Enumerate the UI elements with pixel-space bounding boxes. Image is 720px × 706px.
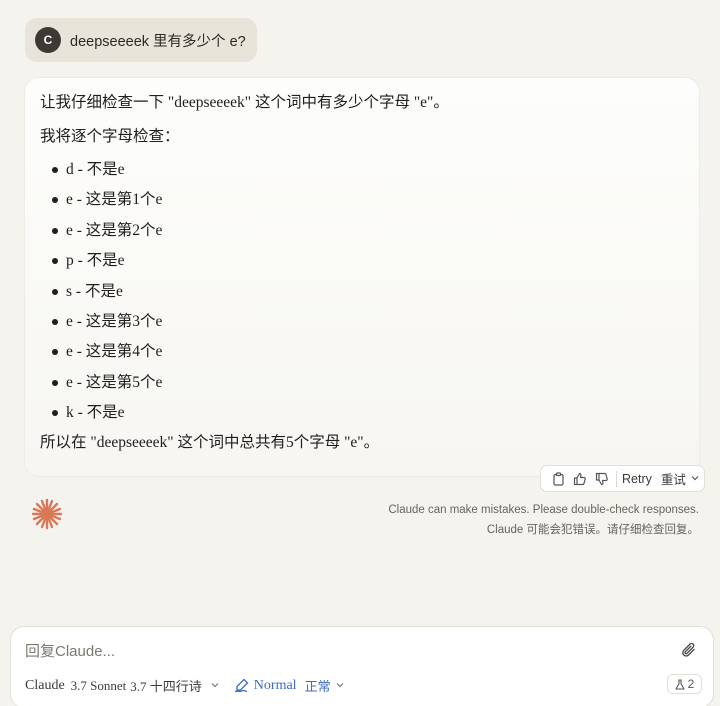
list-item: e - 这是第1个e bbox=[40, 189, 684, 219]
assistant-intro: 让我仔细检查一下 "deepseeeek" 这个词中有多少个字母 "e"。 bbox=[40, 94, 449, 111]
avatar: C bbox=[35, 27, 61, 53]
disclaimer-line: Claude 可能会犯错误。请仔细检查回复。 bbox=[486, 524, 699, 536]
message-action-bar: Retry 重试 bbox=[540, 465, 705, 492]
list-item: e - 这是第5个e bbox=[40, 372, 684, 402]
model-name: Claude bbox=[25, 677, 65, 693]
pen-icon bbox=[234, 678, 249, 693]
list-item: k - 不是e bbox=[40, 402, 684, 432]
list-item: e - 这是第2个e bbox=[40, 220, 684, 250]
assistant-lead: 我将逐个字母检查： bbox=[40, 128, 180, 145]
experiments-badge[interactable]: 2 bbox=[667, 674, 702, 694]
disclaimer-line: Claude can make mistakes. Please double-… bbox=[388, 504, 699, 516]
list-item: e - 这是第4个e bbox=[40, 341, 684, 371]
model-selector[interactable]: Claude 3.7 Sonnet 3.7 十四行诗 Normal 正常 bbox=[25, 676, 345, 695]
divider bbox=[616, 470, 617, 487]
retry-button[interactable]: Retry bbox=[622, 472, 652, 486]
list-item: e - 这是第3个e bbox=[40, 311, 684, 341]
assistant-message: 让我仔细检查一下 "deepseeeek" 这个词中有多少个字母 "e"。 我将… bbox=[25, 78, 699, 476]
retry-label-translation: 重试 bbox=[660, 473, 686, 487]
user-message-bubble: C deepseeeek 里有多少个 e? bbox=[25, 18, 257, 62]
composer: 回复Claude... Claude 3.7 Sonnet 3.7 十四行诗 N… bbox=[10, 626, 714, 706]
list-item: d - 不是e bbox=[40, 159, 684, 189]
style-label: Normal bbox=[253, 677, 297, 693]
badge-count: 2 bbox=[687, 677, 695, 691]
thumbs-up-icon[interactable] bbox=[569, 468, 591, 490]
paperclip-icon[interactable] bbox=[681, 641, 697, 664]
reply-input[interactable]: 回复Claude... bbox=[25, 640, 115, 661]
flask-icon bbox=[675, 678, 685, 690]
claude-spark-icon bbox=[31, 498, 63, 535]
style-label-translation: 正常 bbox=[304, 679, 331, 694]
thumbs-down-icon[interactable] bbox=[591, 468, 613, 490]
model-version: 3.7 Sonnet bbox=[70, 677, 127, 693]
disclaimer: Claude can make mistakes. Please double-… bbox=[388, 500, 699, 540]
chevron-down-icon[interactable] bbox=[690, 472, 700, 486]
chevron-down-icon bbox=[335, 679, 345, 695]
model-version-translation: 3.7 十四行诗 bbox=[130, 679, 202, 694]
chevron-down-icon bbox=[210, 679, 220, 695]
list-item: s - 不是e bbox=[40, 281, 684, 311]
copy-icon[interactable] bbox=[547, 468, 569, 490]
list-item: p - 不是e bbox=[40, 250, 684, 280]
letter-list: d - 不是e e - 这是第1个e e - 这是第2个e p - 不是e s … bbox=[40, 159, 684, 433]
user-message-text: deepseeeek 里有多少个 e? bbox=[70, 33, 246, 50]
assistant-conclusion: 所以在 "deepseeeek" 这个词中总共有5个字母 "e"。 bbox=[40, 433, 380, 451]
style-selector[interactable]: Normal 正常 bbox=[234, 676, 345, 695]
